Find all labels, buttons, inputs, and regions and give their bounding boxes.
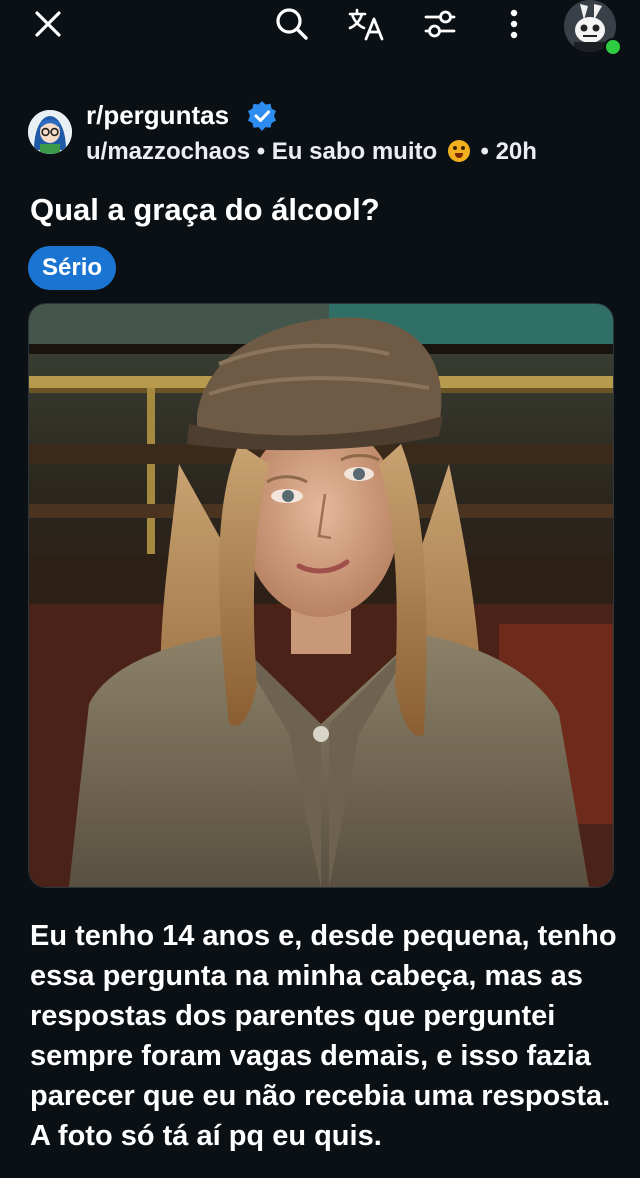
user-avatar-button[interactable] [562, 0, 622, 56]
close-button[interactable] [26, 2, 70, 46]
sort-filter-icon [423, 7, 457, 41]
separator-dot: • [480, 138, 489, 165]
astonished-face-emoji-icon [447, 140, 470, 162]
separator-dot: • [256, 138, 266, 165]
filter-button[interactable] [418, 2, 462, 46]
subreddit-icon[interactable] [28, 110, 72, 154]
search-button[interactable] [270, 2, 314, 46]
post-age: 20h [495, 138, 537, 165]
post-meta: u/mazzochaos • Eu sabo muito • 20h [86, 138, 537, 166]
search-icon [275, 7, 309, 41]
close-icon [33, 9, 63, 39]
post-screen: r/perguntas u/mazzochaos • Eu sabo muito… [0, 0, 640, 1178]
author-name[interactable]: u/mazzochaos [86, 138, 250, 165]
verified-badge-icon [246, 100, 278, 132]
translate-button[interactable] [344, 2, 388, 46]
post-image[interactable] [28, 303, 614, 888]
author-flair: Eu sabo muito [271, 138, 438, 165]
post-body-text: Eu tenho 14 anos e, desde pequena, tenho… [30, 920, 617, 1152]
post-header: r/perguntas u/mazzochaos • Eu sabo muito… [28, 100, 628, 170]
subreddit-name[interactable]: r/perguntas [86, 100, 229, 131]
online-status-dot [604, 38, 622, 56]
translate-icon [348, 7, 384, 41]
more-vertical-icon [508, 7, 520, 41]
post-flair-badge[interactable]: Sério [28, 246, 117, 290]
top-bar [0, 0, 640, 56]
more-options-button[interactable] [492, 2, 536, 46]
post-title: Qual a graça do álcool? [30, 192, 380, 227]
